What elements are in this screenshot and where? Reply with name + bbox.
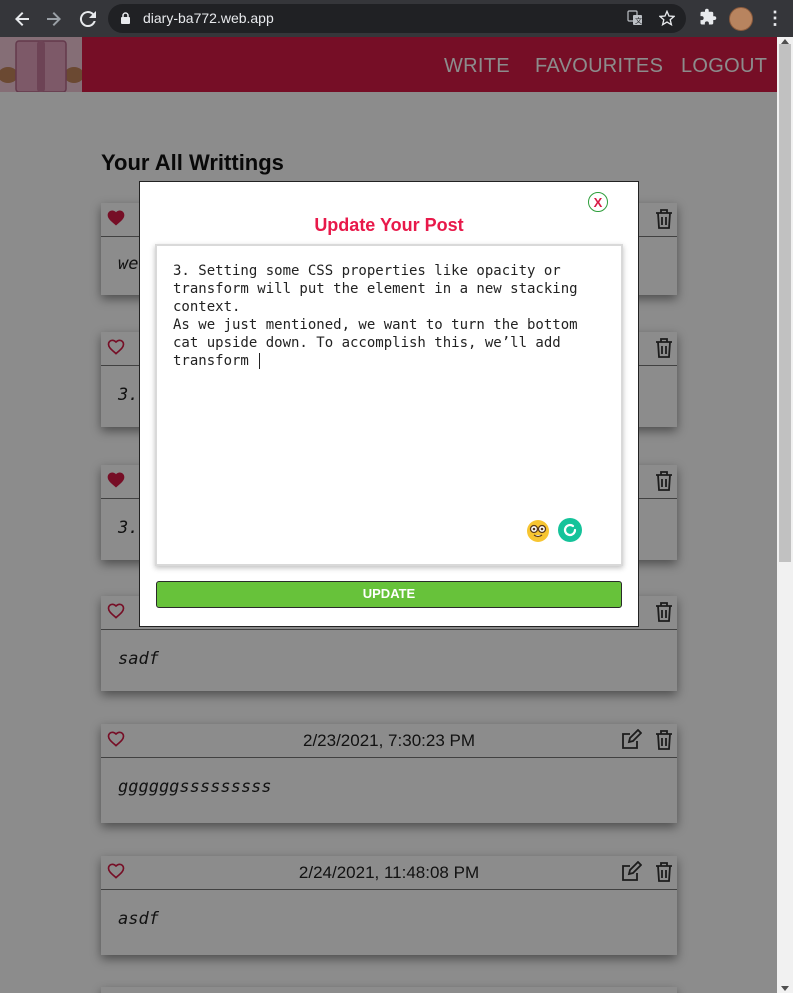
scroll-down-arrow-icon[interactable] bbox=[781, 986, 789, 991]
address-bar[interactable]: diary-ba772.web.app 文 bbox=[108, 4, 686, 33]
update-post-modal: X Update Your Post 3. Setting some CSS p… bbox=[139, 181, 639, 627]
translate-icon[interactable]: 文 bbox=[627, 10, 643, 30]
reload-icon[interactable] bbox=[76, 7, 100, 31]
url-text[interactable]: diary-ba772.web.app bbox=[143, 4, 274, 33]
nerd-face-emoji-icon[interactable] bbox=[526, 519, 550, 543]
browser-toolbar: diary-ba772.web.app 文 ⋮ bbox=[0, 0, 793, 37]
textarea-line: context. bbox=[173, 299, 241, 315]
grammarly-icon[interactable] bbox=[558, 518, 582, 542]
svg-text:文: 文 bbox=[635, 16, 642, 25]
modal-title: Update Your Post bbox=[314, 215, 464, 235]
star-icon[interactable] bbox=[658, 9, 676, 30]
page-scrollbar[interactable] bbox=[777, 37, 793, 993]
scroll-thumb[interactable] bbox=[779, 44, 791, 562]
update-button[interactable]: UPDATE bbox=[156, 581, 622, 608]
textarea-line: 3. Setting some CSS properties like opac… bbox=[173, 263, 561, 279]
textarea-line: transform will put the element in a new … bbox=[173, 281, 578, 297]
textarea-line: transform bbox=[173, 353, 258, 369]
textarea-line: As we just mentioned, we want to turn th… bbox=[173, 317, 578, 333]
text-caret bbox=[259, 353, 261, 369]
textarea-last-line: transform bbox=[173, 353, 261, 369]
textarea-line: cat upside down. To accomplish this, we’… bbox=[173, 335, 561, 351]
forward-arrow-icon[interactable] bbox=[42, 7, 66, 31]
menu-kebab-icon[interactable]: ⋮ bbox=[766, 8, 784, 28]
extensions-icon[interactable] bbox=[699, 8, 717, 31]
profile-avatar[interactable] bbox=[729, 7, 753, 31]
lock-icon bbox=[120, 12, 131, 30]
back-arrow-icon[interactable] bbox=[10, 7, 34, 31]
post-textarea[interactable]: 3. Setting some CSS properties like opac… bbox=[155, 244, 623, 566]
close-button[interactable]: X bbox=[588, 192, 608, 212]
